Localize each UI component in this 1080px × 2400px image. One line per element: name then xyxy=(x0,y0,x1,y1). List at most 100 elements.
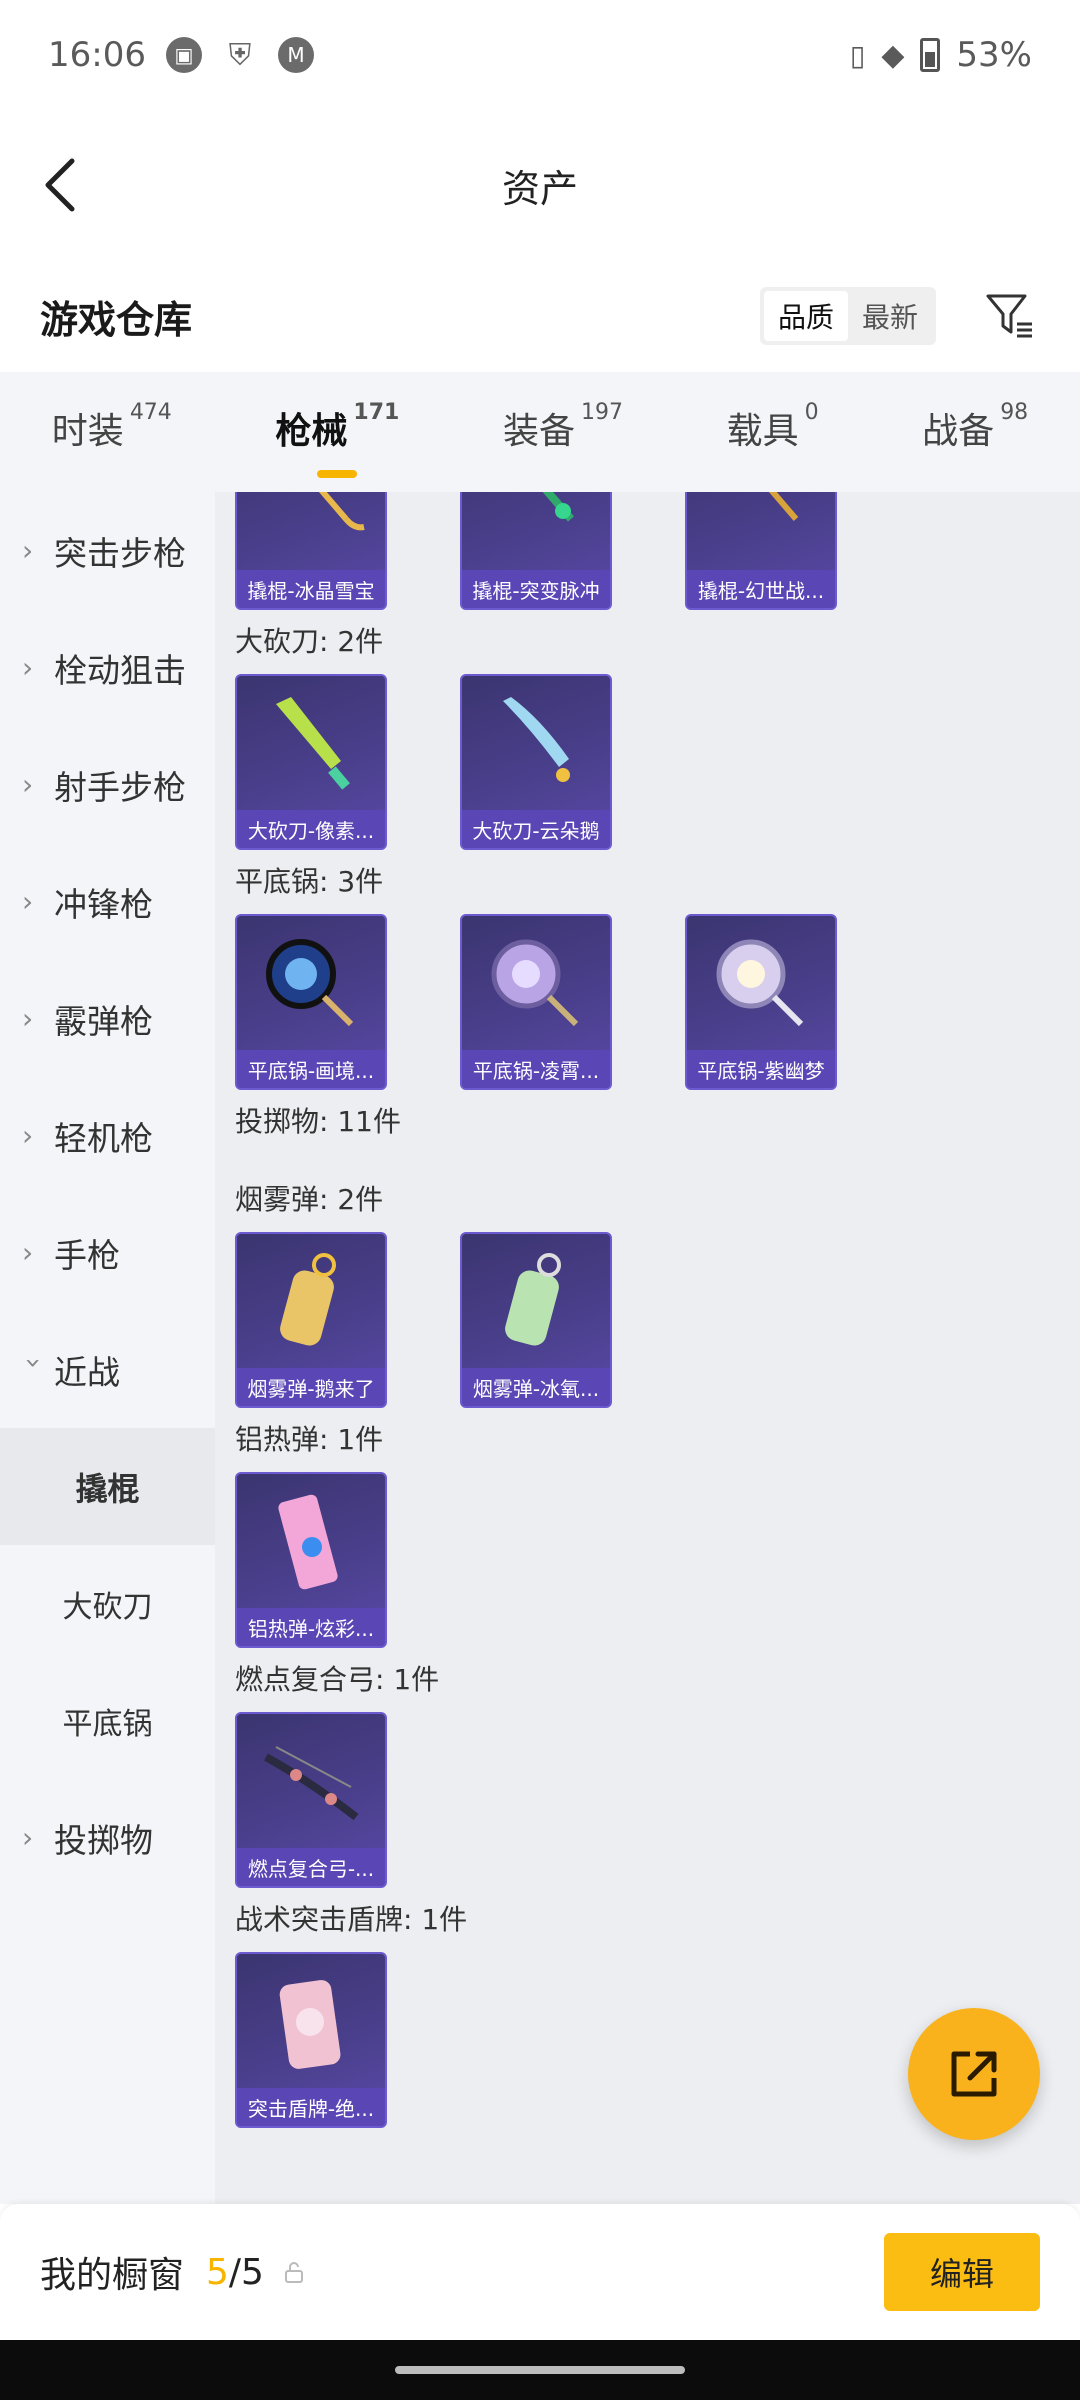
chevron-right-icon: › xyxy=(22,1236,34,1269)
battery-level: 53% xyxy=(956,35,1032,75)
item-card[interactable]: 大砍刀-云朵鹅 xyxy=(460,674,612,850)
sidebar-item-assault-rifle[interactable]: › 突击步枪 xyxy=(0,492,215,609)
sort-quality-button[interactable]: 品质 xyxy=(763,291,848,341)
compound-bow-icon xyxy=(237,1714,385,1849)
item-card[interactable]: 突击盾牌-绝... xyxy=(235,1952,387,2128)
tab-equipment[interactable]: 装备 197 xyxy=(503,402,623,462)
crowbar-icon xyxy=(237,492,385,571)
status-time: 16:06 xyxy=(48,35,146,75)
item-card[interactable]: 大砍刀-像素... xyxy=(235,674,387,850)
wifi-icon: ◆ xyxy=(881,37,905,73)
calendar-icon: ▣ xyxy=(165,37,202,73)
status-bar: 16:06 ▣ ⛨ M ▯ ◆ 53% xyxy=(0,0,1080,110)
sidebar-subitem-frying-pan[interactable]: 平底锅 xyxy=(0,1662,215,1779)
showcase-bar: 我的橱窗 5/5 编辑 xyxy=(0,2204,1080,2340)
sidebar-item-lmg[interactable]: › 轻机枪 xyxy=(0,1077,215,1194)
item-card-name: 铝热弹-炫彩... xyxy=(237,1608,385,1646)
frying-pan-icon xyxy=(687,916,835,1051)
card-row: 大砍刀-像素... 大砍刀-云朵鹅 xyxy=(235,674,1080,850)
lock-icon xyxy=(284,2262,303,2283)
edit-button[interactable]: 编辑 xyxy=(884,2233,1040,2311)
chevron-right-icon: › xyxy=(22,768,34,801)
group-label: 大砍刀: 2件 xyxy=(235,625,384,658)
tab-count: 0 xyxy=(804,400,819,425)
item-card[interactable]: 平底锅-凌霄... xyxy=(460,914,612,1090)
chevron-left-icon xyxy=(45,158,75,212)
card-row: 燃点复合弓-... xyxy=(235,1712,1080,1888)
item-card[interactable]: 撬棍-冰晶雪宝 xyxy=(235,492,387,610)
share-fab[interactable] xyxy=(908,2008,1040,2140)
item-card[interactable]: 平底锅-紫幽梦 xyxy=(685,914,837,1090)
item-card[interactable]: 烟雾弹-鹅来了 xyxy=(235,1232,387,1408)
sidebar-item-shotgun[interactable]: › 霰弹枪 xyxy=(0,960,215,1077)
tab-count: 474 xyxy=(129,400,172,425)
sidebar-item-label: 手枪 xyxy=(54,1235,120,1275)
warehouse-row: 游戏仓库 品质 最新 xyxy=(0,260,1080,372)
thermite-grenade-icon xyxy=(237,1474,385,1609)
sort-newest-button[interactable]: 最新 xyxy=(848,291,932,341)
sidebar-item-melee[interactable]: › 近战 xyxy=(0,1311,215,1428)
card-row: 撬棍-冰晶雪宝 撬棍-突变脉冲 撬棍-幻世战... xyxy=(235,492,1080,610)
sidebar-item-label: 大砍刀 xyxy=(62,1589,153,1625)
chevron-right-icon: › xyxy=(22,1821,34,1854)
sidebar: › 突击步枪 › 栓动狙击 › 射手步枪 › 冲锋枪 › 霰弹枪 › 轻机枪 › 手枪 › 近战… xyxy=(0,492,215,2204)
item-card-name: 大砍刀-云朵鹅 xyxy=(462,810,610,848)
machete-icon xyxy=(462,676,610,811)
shield-item-icon xyxy=(237,1954,385,2089)
smoke-grenade-icon xyxy=(462,1234,610,1369)
card-row: 烟雾弹-鹅来了 烟雾弹-冰氧... xyxy=(235,1232,1080,1408)
item-grid-scroll: 撬棍-冰晶雪宝 撬棍-突变脉冲 撬棍-幻世战... 大砍刀: 2件 大砍刀-像素… xyxy=(215,492,1080,2132)
tab-label: 战备 xyxy=(922,411,995,452)
sidebar-item-label: 冲锋枪 xyxy=(54,884,153,924)
share-external-icon xyxy=(951,2051,997,2097)
app-root: 16:06 ▣ ⛨ M ▯ ◆ 53% 资产 游戏仓库 品质 最新 时装 474… xyxy=(0,0,1080,2400)
tab-supplies[interactable]: 战备 98 xyxy=(922,402,1028,462)
sidebar-item-throwables[interactable]: › 投掷物 xyxy=(0,1779,215,1896)
item-card-name: 平底锅-紫幽梦 xyxy=(687,1050,835,1088)
item-card-name: 烟雾弹-冰氧... xyxy=(462,1368,610,1406)
showcase-count: 5/5 xyxy=(206,2252,264,2293)
tab-vehicles[interactable]: 载具 0 xyxy=(727,402,819,462)
sidebar-item-bolt-sniper[interactable]: › 栓动狙击 xyxy=(0,609,215,726)
page-title: 资产 xyxy=(501,166,578,211)
home-gesture-pill[interactable] xyxy=(395,2366,685,2374)
sidebar-item-pistol[interactable]: › 手枪 xyxy=(0,1194,215,1311)
sidebar-item-label: 轻机枪 xyxy=(54,1118,153,1158)
crowbar-icon xyxy=(462,492,610,571)
app-header: 资产 xyxy=(0,110,1080,260)
warehouse-title: 游戏仓库 xyxy=(40,297,193,342)
filter-button[interactable] xyxy=(980,286,1040,346)
tab-label: 枪械 xyxy=(275,411,348,452)
item-card[interactable]: 撬棍-幻世战... xyxy=(685,492,837,610)
item-card[interactable]: 烟雾弹-冰氧... xyxy=(460,1232,612,1408)
item-card-name: 平底锅-画境... xyxy=(237,1050,385,1088)
item-card[interactable]: 平底锅-画境... xyxy=(235,914,387,1090)
chevron-down-icon: › xyxy=(17,1357,51,1369)
vibrate-icon: ▯ xyxy=(849,38,866,72)
item-card[interactable]: 撬棍-突变脉冲 xyxy=(460,492,612,610)
back-button[interactable] xyxy=(30,155,90,215)
tab-label: 时装 xyxy=(51,411,124,452)
showcase-count-total: /5 xyxy=(228,2251,264,2293)
sidebar-item-label: 突击步枪 xyxy=(54,533,186,573)
item-card-name: 燃点复合弓-... xyxy=(237,1848,385,1886)
sidebar-item-label: 近战 xyxy=(54,1352,120,1392)
item-card-name: 平底锅-凌霄... xyxy=(462,1050,610,1088)
item-card-name: 撬棍-冰晶雪宝 xyxy=(237,570,385,608)
machete-icon xyxy=(237,676,385,811)
tab-label: 载具 xyxy=(726,411,799,452)
tab-fashion[interactable]: 时装 474 xyxy=(52,402,172,462)
showcase-label: 我的橱窗 xyxy=(40,2255,185,2296)
item-card[interactable]: 铝热弹-炫彩... xyxy=(235,1472,387,1648)
sidebar-item-label: 射手步枪 xyxy=(54,767,186,807)
item-grid-area[interactable]: 撬棍-冰晶雪宝 撬棍-突变脉冲 撬棍-幻世战... 大砍刀: 2件 大砍刀-像素… xyxy=(215,492,1080,2204)
sidebar-item-marksman-rifle[interactable]: › 射手步枪 xyxy=(0,726,215,843)
item-card-name: 烟雾弹-鹅来了 xyxy=(237,1368,385,1406)
smoke-grenade-icon xyxy=(237,1234,385,1369)
sidebar-item-smg[interactable]: › 冲锋枪 xyxy=(0,843,215,960)
chevron-right-icon: › xyxy=(22,651,34,684)
item-card[interactable]: 燃点复合弓-... xyxy=(235,1712,387,1888)
sidebar-subitem-machete[interactable]: 大砍刀 xyxy=(0,1545,215,1662)
tab-firearms[interactable]: 枪械 171 xyxy=(275,402,399,478)
sidebar-subitem-crowbar[interactable]: 撬棍 xyxy=(0,1428,215,1545)
